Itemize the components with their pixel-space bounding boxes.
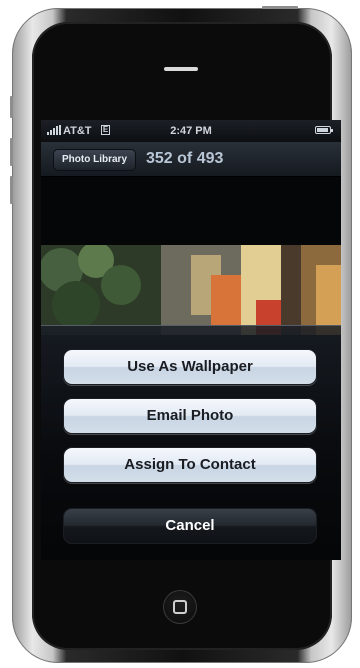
home-button[interactable] — [163, 590, 197, 624]
status-time: 2:47 PM — [170, 125, 212, 137]
photo-library-back-button[interactable]: Photo Library — [53, 149, 137, 171]
cancel-button[interactable]: Cancel — [63, 508, 317, 544]
sleep-wake-button — [262, 6, 298, 9]
volume-up-button — [10, 138, 13, 166]
photo-view[interactable] — [41, 245, 341, 335]
photo-image — [41, 245, 341, 335]
volume-down-button — [10, 176, 13, 204]
home-square-icon — [173, 600, 187, 614]
ring-silent-switch — [10, 96, 13, 118]
navigation-bar: Photo Library 352 of 493 — [41, 142, 341, 177]
photo-counter-title: 352 of 493 — [146, 150, 224, 167]
battery-icon — [315, 126, 333, 134]
action-sheet: Use As Wallpaper Email Photo Assign To C… — [41, 325, 341, 560]
use-as-wallpaper-button[interactable]: Use As Wallpaper — [63, 349, 317, 385]
assign-to-contact-button[interactable]: Assign To Contact — [63, 447, 317, 483]
status-bar: AT&T E 2:47 PM — [41, 120, 341, 142]
earpiece-speaker — [164, 67, 198, 71]
email-photo-button[interactable]: Email Photo — [63, 398, 317, 434]
phone-screen: AT&T E 2:47 PM Photo Library 352 of 493 … — [41, 120, 341, 560]
